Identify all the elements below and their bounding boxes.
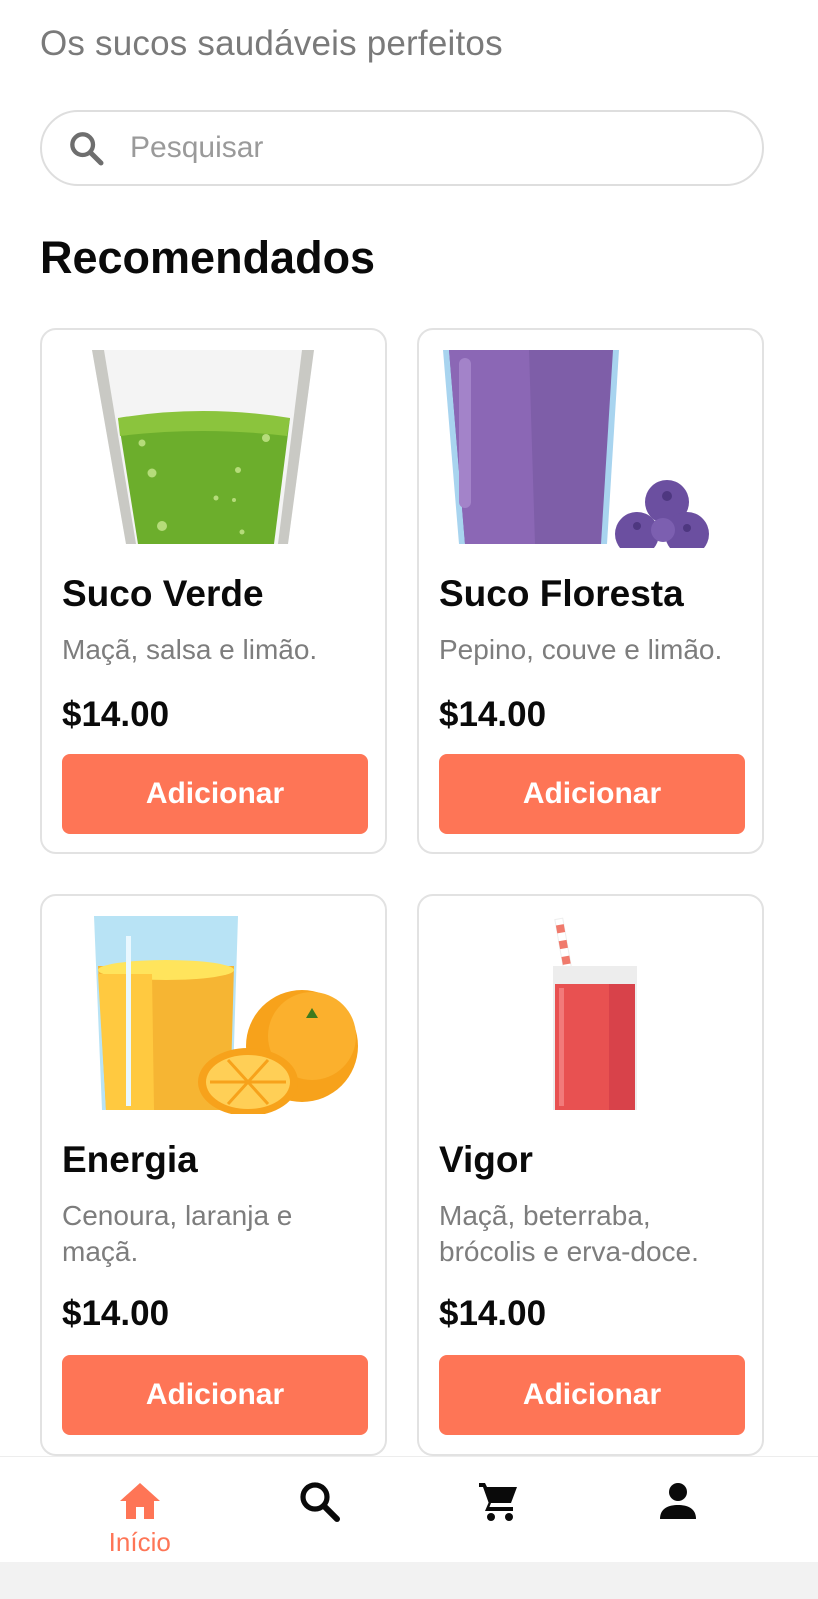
product-name: Suco Verde bbox=[62, 573, 264, 614]
product-price: $14.00 bbox=[62, 1294, 170, 1333]
product-name: Energia bbox=[62, 1139, 198, 1180]
product-description: Cenoura, laranja e maçã. bbox=[62, 1200, 293, 1267]
nav-item-home[interactable]: Início bbox=[60, 1457, 220, 1563]
purple-juice-image bbox=[443, 350, 709, 548]
product-name: Vigor bbox=[439, 1139, 533, 1180]
product-description: Pepino, couve e limão. bbox=[439, 634, 723, 665]
product-description: Maçã, salsa e limão. bbox=[62, 634, 318, 665]
search-icon bbox=[70, 132, 104, 166]
product-description: Maçã, beterraba, brócolis e erva-doce. bbox=[439, 1200, 699, 1267]
product-price: $14.00 bbox=[62, 695, 170, 734]
green-juice-image bbox=[92, 350, 314, 544]
add-to-cart-button[interactable]: Adicionar bbox=[62, 754, 368, 834]
home-icon bbox=[119, 1483, 160, 1519]
cart-icon bbox=[478, 1483, 517, 1521]
section-title: Recomendados bbox=[40, 232, 376, 283]
product-card[interactable]: Vigor Maçã, beterraba, brócolis e erva-d… bbox=[417, 894, 764, 1456]
red-juice-image bbox=[553, 917, 637, 1110]
page-subtitle: Os sucos saudáveis perfeitos bbox=[40, 24, 503, 63]
bottom-navigation: Início bbox=[0, 1456, 818, 1562]
nav-item-label: Início bbox=[108, 1527, 171, 1557]
product-card[interactable]: Suco Verde Maçã, salsa e limão. $14.00 A… bbox=[40, 328, 387, 854]
product-price: $14.00 bbox=[439, 695, 547, 734]
nav-item-profile[interactable] bbox=[598, 1457, 758, 1563]
search-input[interactable] bbox=[130, 131, 690, 165]
search-icon bbox=[300, 1482, 341, 1522]
nav-item-cart[interactable] bbox=[419, 1457, 579, 1563]
orange-juice-image bbox=[94, 916, 358, 1114]
add-to-cart-button[interactable]: Adicionar bbox=[439, 754, 745, 834]
system-bar bbox=[0, 1562, 818, 1599]
product-grid: Suco Verde Maçã, salsa e limão. $14.00 A… bbox=[40, 328, 764, 1456]
nav-item-search[interactable] bbox=[239, 1457, 399, 1563]
product-price: $14.00 bbox=[439, 1294, 547, 1333]
product-card[interactable]: Suco Floresta Pepino, couve e limão. $14… bbox=[417, 328, 764, 854]
search-bar[interactable] bbox=[40, 110, 764, 186]
add-to-cart-button[interactable]: Adicionar bbox=[62, 1355, 368, 1435]
product-card[interactable]: Energia Cenoura, laranja e maçã. $14.00 … bbox=[40, 894, 387, 1456]
product-name: Suco Floresta bbox=[439, 573, 684, 614]
app-screen: Os sucos saudáveis perfeitos Recomendado… bbox=[0, 0, 818, 1599]
profile-icon bbox=[660, 1483, 697, 1519]
add-to-cart-button[interactable]: Adicionar bbox=[439, 1355, 745, 1435]
